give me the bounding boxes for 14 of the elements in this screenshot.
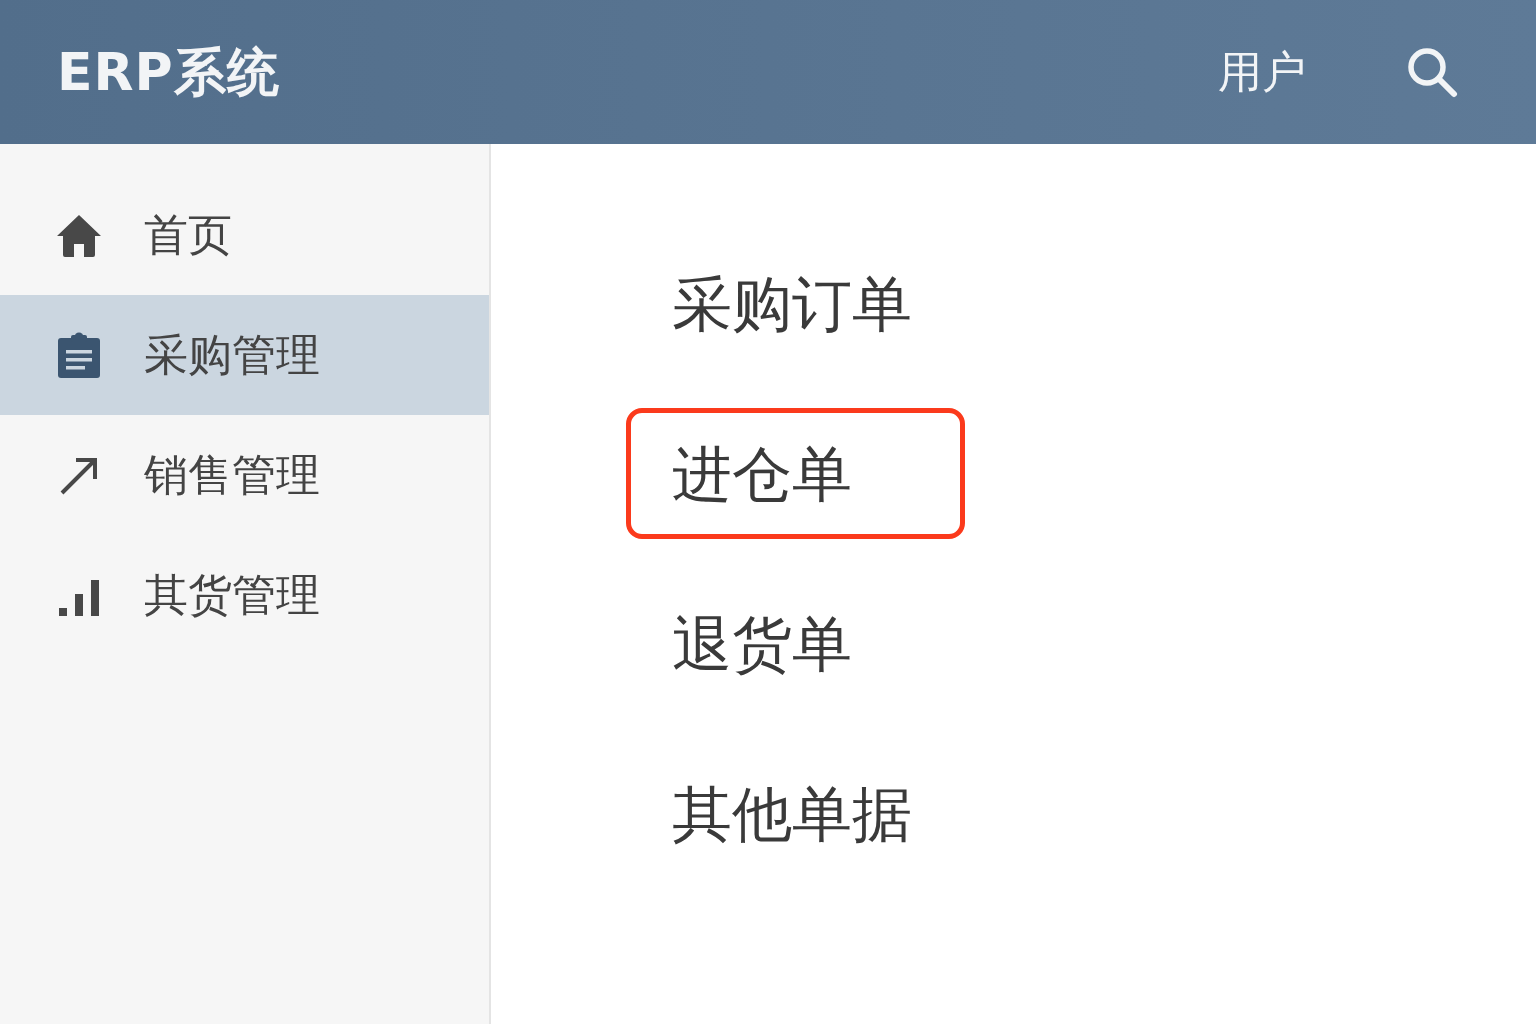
document-link[interactable]: 退货单 [626, 578, 965, 709]
sidebar-item[interactable]: 首页 [0, 175, 489, 295]
sidebar-item[interactable]: 采购管理 [0, 295, 489, 415]
search-icon [1406, 46, 1458, 98]
document-link[interactable]: 进仓单 [626, 408, 965, 539]
home-icon [56, 212, 102, 258]
document-link[interactable]: 采购订单 [626, 238, 965, 369]
app-title: ERP系统 [57, 41, 280, 104]
user-menu[interactable]: 用户 [1218, 39, 1306, 105]
search-button[interactable] [1406, 46, 1458, 98]
sidebar-item[interactable]: 销售管理 [0, 415, 489, 535]
document-link[interactable]: 其他单据 [626, 748, 965, 879]
clipboard-icon [56, 332, 102, 378]
sidebar-item[interactable]: 其货管理 [0, 535, 489, 655]
